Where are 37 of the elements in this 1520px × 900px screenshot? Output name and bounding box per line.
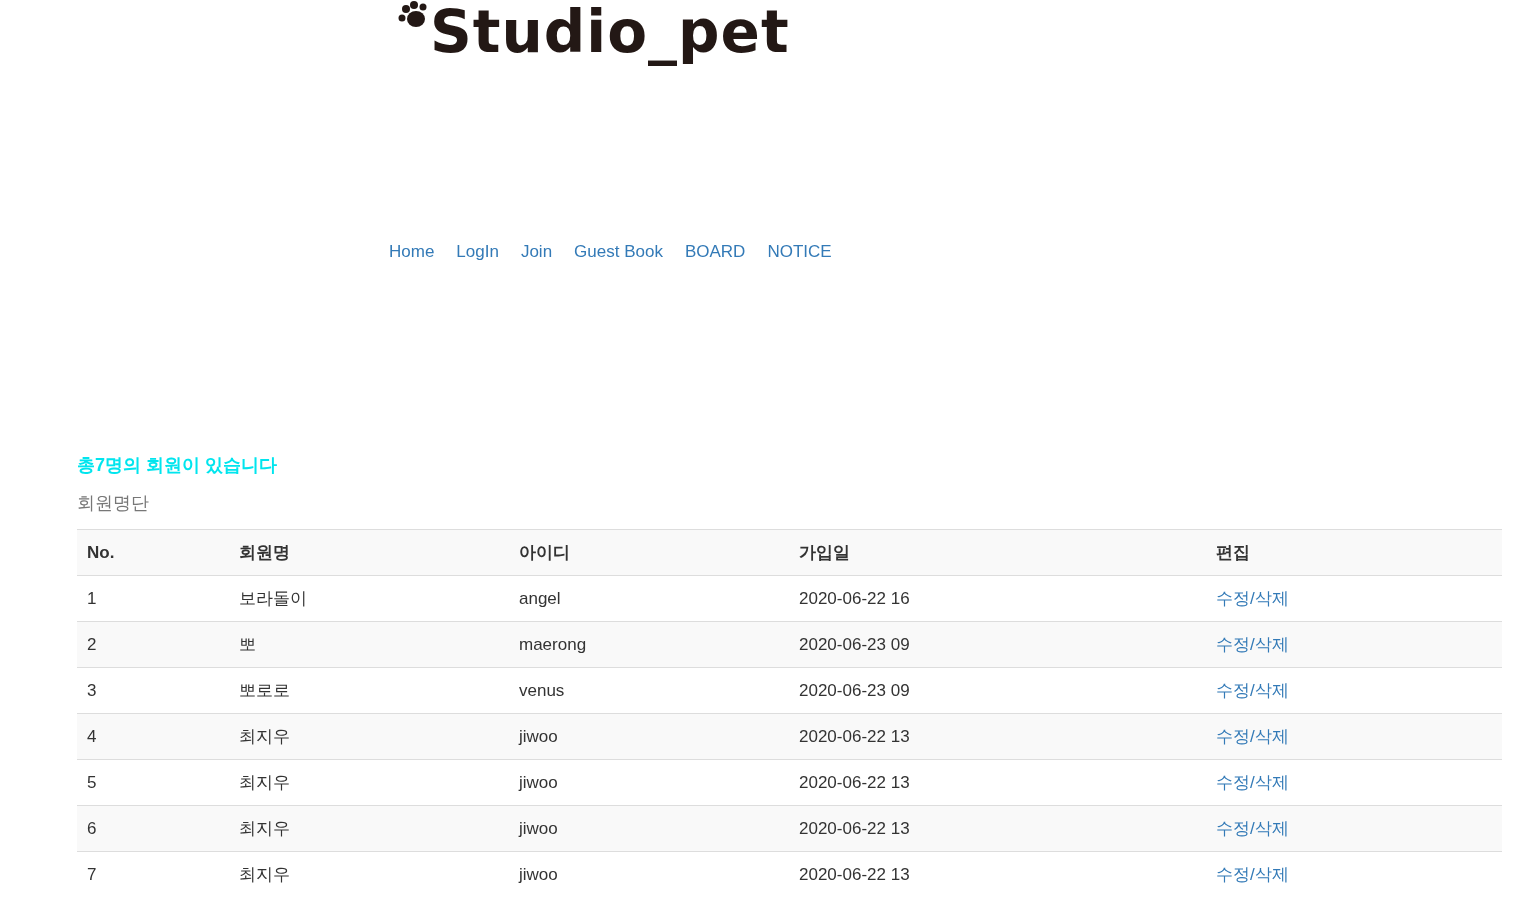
table-cell: 7: [77, 851, 229, 897]
table-cell: jiwoo: [509, 713, 789, 760]
edit-delete-link[interactable]: 수정/삭제: [1216, 865, 1289, 884]
table-cell: 4: [77, 713, 229, 760]
edit-delete-link[interactable]: 수정/삭제: [1216, 635, 1289, 654]
nav-link[interactable]: Home: [378, 236, 446, 268]
table-cell: jiwoo: [509, 805, 789, 852]
table-cell: jiwoo: [509, 851, 789, 897]
table-cell: 최지우: [229, 851, 509, 897]
edit-delete-link[interactable]: 수정/삭제: [1216, 589, 1289, 608]
column-header: 아이디: [509, 529, 789, 576]
table-cell: 최지우: [229, 805, 509, 852]
edit-delete-link[interactable]: 수정/삭제: [1216, 681, 1289, 700]
edit-delete-link[interactable]: 수정/삭제: [1216, 773, 1289, 792]
nav-link[interactable]: Guest Book: [563, 236, 674, 268]
table-cell: 2020-06-22 13: [789, 851, 1206, 897]
table-cell: 2020-06-22 13: [789, 713, 1206, 760]
column-header: 편집: [1206, 529, 1502, 576]
nav-link[interactable]: BOARD: [673, 236, 757, 268]
table-cell: 최지우: [229, 713, 509, 760]
edit-delete-link[interactable]: 수정/삭제: [1216, 819, 1289, 838]
nav-link[interactable]: LogIn: [445, 236, 510, 268]
table-cell: 2: [77, 621, 229, 668]
table-cell: 2020-06-23 09: [789, 621, 1206, 668]
table-cell: 6: [77, 805, 229, 852]
edit-delete-link[interactable]: 수정/삭제: [1216, 727, 1289, 746]
column-header: 가입일: [789, 529, 1206, 576]
table-caption: 회원명단: [77, 492, 150, 515]
column-header: No.: [77, 529, 229, 576]
nav-link[interactable]: Join: [509, 236, 564, 268]
column-header: 회원명: [229, 529, 509, 576]
logo-text: Studio_pet: [430, 0, 790, 68]
member-count-text: 총7명의 회원이 있습니다: [77, 454, 278, 477]
nav-link[interactable]: NOTICE: [756, 236, 843, 268]
table-cell: 뽀: [229, 621, 509, 668]
table-cell: 2020-06-22 13: [789, 805, 1206, 852]
table-cell: maerong: [509, 621, 789, 668]
